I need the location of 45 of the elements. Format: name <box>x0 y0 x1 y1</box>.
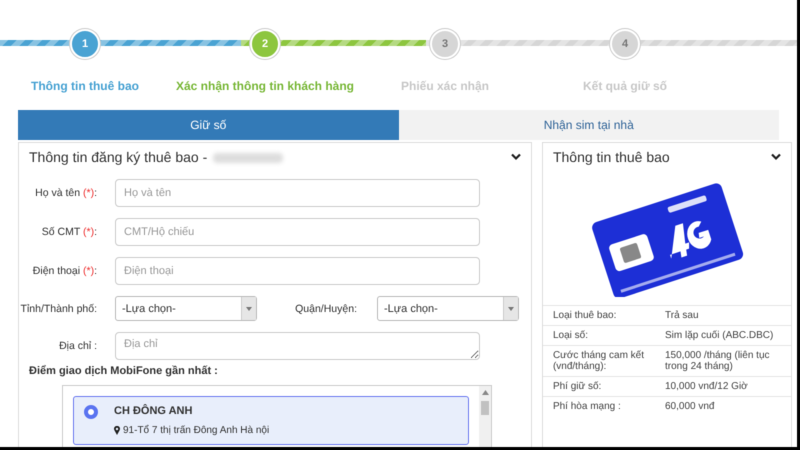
store-item[interactable]: CH ĐÔNG ANH 91-Tổ 7 thị trấn Đông Anh Hà nội <box>73 396 469 445</box>
scrollbar[interactable] <box>479 386 491 447</box>
step-number: 1 <box>70 29 100 59</box>
field-label: Điện thoại (*): <box>32 265 97 277</box>
field-label: Tỉnh/Thành phố: <box>20 302 97 314</box>
text-field[interactable]: Họ và tên <box>115 179 480 207</box>
info-value: 150,000 /tháng (liên tục trong 24 tháng) <box>657 346 791 376</box>
step-number: 4 <box>610 29 640 59</box>
store-name: CH ĐÔNG ANH <box>114 405 194 417</box>
dropdown[interactable]: -Lựa chọn- <box>377 296 519 321</box>
tab[interactable]: Giữ số <box>18 110 398 140</box>
address-field[interactable]: Địa chỉ <box>115 332 480 360</box>
info-value: Trả sau <box>657 306 791 326</box>
info-label: Loại thuê bao: <box>542 306 657 326</box>
dropdown[interactable]: -Lựa chọn- <box>115 296 257 321</box>
step-number: 2 <box>250 29 280 59</box>
field-label: Họ và tên (*): <box>34 187 97 199</box>
dropdown-arrow-icon <box>508 306 514 310</box>
field-label: Số CMT (*): <box>40 226 97 238</box>
panel-title: Thông tin đăng ký thuê bao - <box>29 149 284 165</box>
info-value: 10,000 vnđ/12 Giờ <box>657 376 791 396</box>
field-label: Quận/Huyện: <box>294 302 357 314</box>
scroll-thumb[interactable] <box>481 401 489 415</box>
info-value: Sim lặp cuối (ABC.DBC) <box>657 326 791 346</box>
text-field[interactable]: CMT/Hộ chiếu <box>115 218 480 246</box>
tab[interactable]: Nhận sim tại nhà <box>398 110 779 140</box>
section-title: Điểm giao dịch MobiFone gần nhất : <box>28 364 219 377</box>
step-number: 3 <box>430 29 460 59</box>
info-label: Cước tháng cam kết (vnđ/tháng): <box>542 346 657 376</box>
step-label: Xác nhận thông tin khách hàng <box>176 79 354 93</box>
chevron-down-icon[interactable] <box>510 153 521 161</box>
text-field[interactable]: Điện thoại <box>115 257 480 285</box>
info-label: Phí hòa mạng : <box>542 396 657 416</box>
map-pin-icon <box>114 426 120 435</box>
radio-button[interactable] <box>84 405 98 419</box>
info-label: Loại số: <box>542 326 657 346</box>
info-value: 60,000 vnđ <box>657 396 791 416</box>
step-label: Thông tin thuê bao <box>31 79 139 93</box>
field-label: Địa chỉ : <box>58 340 97 352</box>
store-address: 91-Tổ 7 thị trấn Đông Anh Hà nội <box>123 425 270 436</box>
dropdown-arrow-icon <box>246 306 252 310</box>
chevron-down-icon[interactable] <box>771 153 781 161</box>
info-label: Phí giữ số: <box>542 376 657 396</box>
panel-title: Thông tin thuê bao <box>552 149 670 165</box>
scroll-up-icon[interactable] <box>482 390 488 395</box>
